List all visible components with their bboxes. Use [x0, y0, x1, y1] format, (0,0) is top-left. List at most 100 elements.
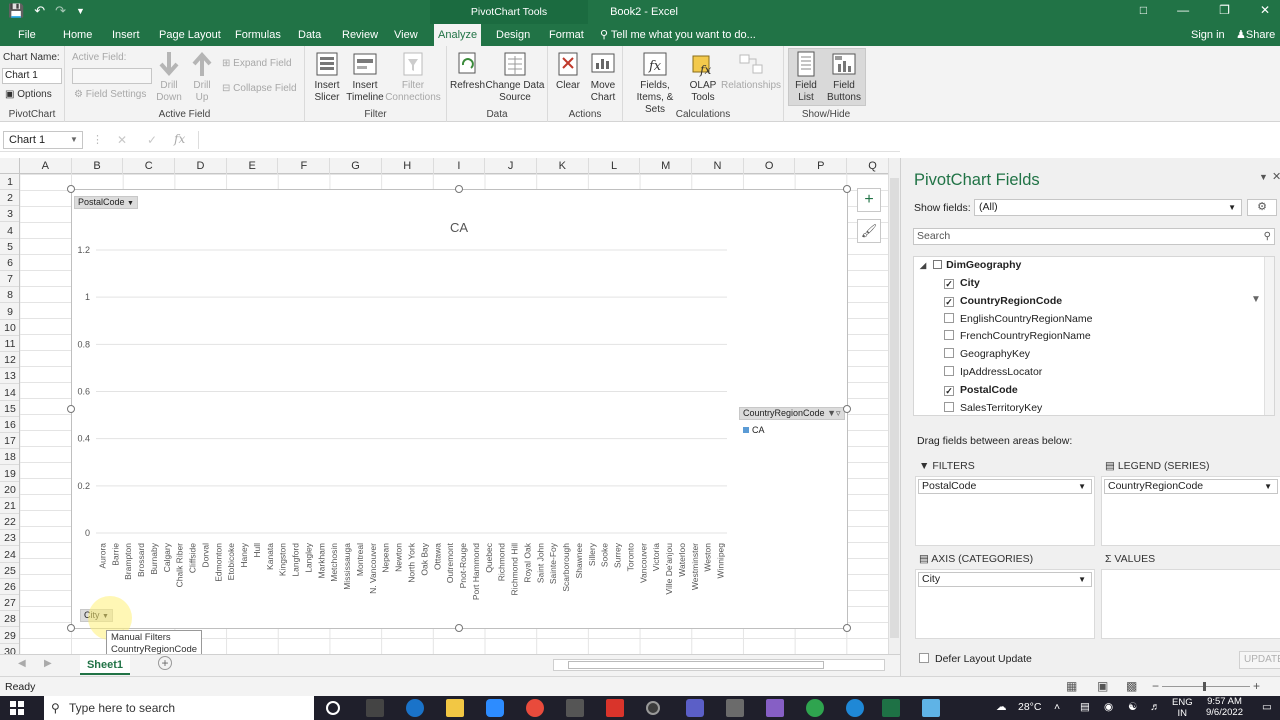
active-field-input[interactable]	[72, 68, 152, 84]
field-checkbox[interactable]	[944, 348, 954, 359]
chart-styles-button[interactable]: 🖌	[857, 219, 881, 243]
tell-me-search[interactable]: ⚲ Tell me what you want to do...	[600, 24, 756, 46]
row-header-5[interactable]: 5	[0, 239, 19, 255]
table-node[interactable]: ◢ DimGeography	[920, 259, 1021, 271]
defer-layout-checkbox[interactable]: Defer Layout Update	[919, 653, 1032, 665]
field-list-scrollbar[interactable]	[1264, 257, 1274, 415]
olap-tools-button[interactable]: fx OLAP Tools	[686, 50, 720, 104]
field-checkbox[interactable]	[944, 366, 954, 376]
file-explorer-icon[interactable]	[446, 699, 464, 717]
cancel-entry-icon[interactable]: ✕	[117, 133, 127, 147]
column-header-c[interactable]: C	[123, 158, 176, 174]
column-header-g[interactable]: G	[330, 158, 382, 174]
column-header-m[interactable]: M	[640, 158, 693, 174]
camera-icon[interactable]: ◉	[1104, 701, 1113, 713]
field-checkbox[interactable]	[944, 312, 954, 323]
media-player-icon[interactable]	[606, 699, 624, 717]
new-sheet-icon[interactable]: +	[158, 656, 172, 670]
field-settings-gear-button[interactable]: ⚙	[1247, 199, 1277, 216]
row-header-2[interactable]: 2	[0, 190, 19, 207]
countryregioncode-legend-button[interactable]: CountryRegionCode ▼▿	[739, 407, 845, 420]
tab-data[interactable]: Data	[294, 24, 325, 46]
field-search-input[interactable]: Search ⚲	[913, 228, 1275, 245]
column-header-a[interactable]: A	[20, 158, 72, 174]
minimize-icon[interactable]: —	[1177, 3, 1189, 17]
task-view-icon[interactable]	[326, 701, 340, 715]
values-area[interactable]	[1101, 569, 1280, 639]
taskbar-search[interactable]: ⚲ Type here to search	[44, 696, 314, 720]
vertical-scrollbar[interactable]	[888, 158, 900, 654]
row-header-3[interactable]: 3	[0, 206, 19, 223]
field-checkbox[interactable]	[944, 401, 954, 412]
tab-formulas[interactable]: Formulas	[231, 24, 285, 46]
network-icon[interactable]: ▤	[1080, 701, 1090, 713]
field-checkbox[interactable]: ✓	[944, 385, 954, 396]
filters-area[interactable]: PostalCode ▼	[915, 476, 1095, 546]
row-header-10[interactable]: 10	[0, 320, 19, 336]
legend-pill-countryregioncode[interactable]: CountryRegionCode ▼	[1104, 479, 1278, 494]
chart-elements-button[interactable]: +	[857, 188, 881, 212]
row-header-14[interactable]: 14	[0, 385, 19, 401]
expand-field-button[interactable]: ⊞ Expand Field	[222, 58, 292, 69]
tab-review[interactable]: Review	[338, 24, 382, 46]
edge-2-icon[interactable]	[846, 699, 864, 717]
field-item-geographykey[interactable]: GeographyKey	[944, 346, 1030, 362]
column-header-k[interactable]: K	[537, 158, 589, 174]
normal-view-icon[interactable]: ▦	[1066, 679, 1077, 693]
taskbar-clock[interactable]: 9:57 AM 9/6/2022	[1206, 696, 1243, 718]
row-header-7[interactable]: 7	[0, 271, 19, 288]
row-header-1[interactable]: 1	[0, 174, 19, 190]
pane-close-icon[interactable]: ✕	[1272, 170, 1280, 183]
teams-icon[interactable]	[686, 699, 704, 717]
row-header-17[interactable]: 17	[0, 433, 19, 450]
defer-checkbox-box[interactable]	[919, 653, 929, 663]
row-header-22[interactable]: 22	[0, 514, 19, 531]
tray-overflow-icon[interactable]: ˄	[1054, 701, 1060, 713]
zoom-in-icon[interactable]: +	[1253, 679, 1260, 693]
row-header-28[interactable]: 28	[0, 611, 19, 628]
column-header-h[interactable]: H	[382, 158, 434, 174]
chart-handle-mr[interactable]	[843, 405, 851, 413]
drill-up-button[interactable]: Drill Up	[189, 50, 215, 104]
tab-file[interactable]: File	[14, 24, 40, 46]
insert-timeline-button[interactable]: Insert Timeline	[345, 50, 385, 104]
sheet-tab-sheet1[interactable]: Sheet1	[80, 655, 130, 675]
row-header-19[interactable]: 19	[0, 466, 19, 482]
field-item-ipaddresslocator[interactable]: IpAddressLocator	[944, 364, 1042, 380]
page-break-view-icon[interactable]: ▩	[1126, 679, 1137, 693]
chart-handle-bl[interactable]	[67, 624, 75, 632]
filters-pill-postalcode[interactable]: PostalCode ▼	[918, 479, 1092, 494]
column-header-o[interactable]: O	[744, 158, 796, 174]
name-box-dropdown-icon[interactable]: ▼	[70, 135, 78, 144]
row-header-6[interactable]: 6	[0, 255, 19, 271]
app-icon[interactable]	[726, 699, 744, 717]
tab-page-layout[interactable]: Page Layout	[155, 24, 225, 46]
chart-name-input[interactable]: Chart 1	[2, 68, 62, 84]
chart-handle-br[interactable]	[843, 624, 851, 632]
show-fields-select[interactable]: (All) ▼	[974, 199, 1242, 216]
row-header-26[interactable]: 26	[0, 579, 19, 595]
notifications-icon[interactable]: ▭	[1262, 701, 1272, 713]
scroll-right-icon[interactable]: ▶	[44, 658, 52, 669]
chart-handle-tr[interactable]	[843, 185, 851, 193]
field-item-countryregioncode[interactable]: ✓ CountryRegionCode	[944, 293, 1062, 309]
horizontal-scroll-thumb[interactable]	[568, 661, 824, 669]
restore-icon[interactable]: ❐	[1219, 3, 1230, 17]
row-header-8[interactable]: 8	[0, 287, 19, 304]
obs-icon[interactable]	[646, 701, 660, 715]
plot-area[interactable]: 0 0.2 0.4 0.6 0.8 1 1.2 Aurora Barrie Brampton Bro…	[72, 190, 849, 630]
edge-icon[interactable]	[406, 699, 424, 717]
field-item-city[interactable]: ✓ City	[944, 275, 980, 291]
pivot-chart[interactable]: PostalCode ▼ CA 0 0.2 0.4 0.6 0.8 1 1.2 Aurora B…	[71, 189, 848, 629]
field-item-postalcode[interactable]: ✓ PostalCode	[944, 382, 1018, 398]
tab-design[interactable]: Design	[492, 24, 534, 46]
row-header-21[interactable]: 21	[0, 498, 19, 514]
field-item-frenchcountryregionname[interactable]: FrenchCountryRegionName	[944, 328, 1091, 344]
insert-function-icon[interactable]: fx	[174, 132, 185, 146]
legend-entry[interactable]: CA	[743, 425, 765, 435]
row-header-25[interactable]: 25	[0, 563, 19, 579]
store-icon[interactable]	[566, 699, 584, 717]
zoom-slider-thumb[interactable]	[1203, 682, 1206, 691]
scroll-left-icon[interactable]: ◀	[18, 658, 26, 669]
select-all-corner[interactable]	[0, 158, 20, 174]
